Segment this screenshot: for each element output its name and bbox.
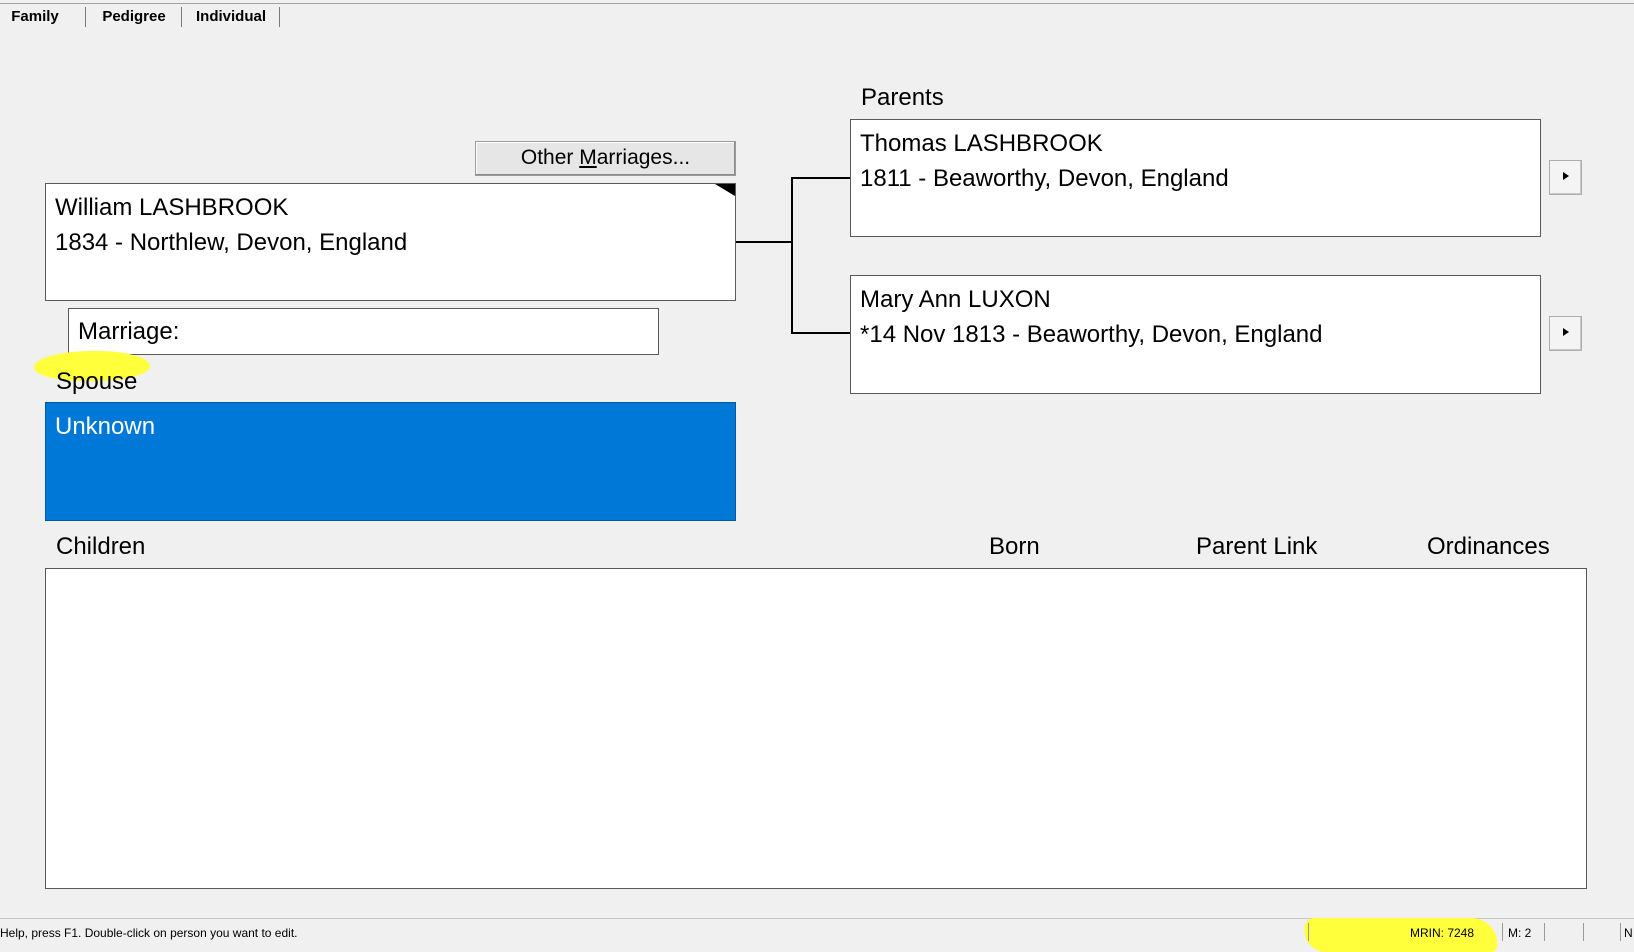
marriage-label: Marriage: (78, 318, 180, 345)
corner-triangle-icon (715, 184, 735, 196)
status-marriages-count: M: 2 (1508, 926, 1532, 940)
individual-details: 1834 - Northlew, Devon, England (55, 229, 408, 256)
connector-line (791, 177, 850, 179)
individual-box[interactable]: William LASHBROOK 1834 - Northlew, Devon… (45, 183, 736, 301)
born-column-header[interactable]: Born (989, 532, 1040, 562)
triangle-right-icon (1562, 172, 1569, 181)
tab-individual[interactable]: Individual (184, 5, 278, 29)
status-help-text: Help, press F1. Double-click on person y… (0, 926, 298, 940)
other-marriages-button[interactable]: Other Marriages... (475, 141, 736, 176)
spouse-label: Spouse (56, 368, 138, 395)
connector-line (791, 177, 793, 334)
triangle-right-icon (1562, 328, 1569, 337)
status-pane-separator (1583, 923, 1584, 941)
tab-family[interactable]: Family (0, 5, 70, 29)
spouse-box[interactable]: Unknown (45, 402, 736, 521)
tab-pedigree[interactable]: Pedigree (88, 5, 180, 29)
mother-details: *14 Nov 1813 - Beaworthy, Devon, England (860, 321, 1323, 348)
ordinances-column-header[interactable]: Ordinances (1427, 532, 1550, 562)
tab-separator (85, 7, 86, 27)
mother-name: Mary Ann LUXON (860, 286, 1051, 313)
status-pane-separator (1544, 923, 1545, 941)
other-marriages-label-after: arriages... (596, 146, 691, 169)
status-mrin: MRIN: 7248 (1410, 926, 1475, 940)
status-pane-separator (1308, 923, 1309, 941)
spouse-name: Unknown (55, 413, 156, 440)
father-details: 1811 - Beaworthy, Devon, England (860, 165, 1229, 192)
mother-box[interactable]: Mary Ann LUXON *14 Nov 1813 - Beaworthy,… (850, 275, 1541, 394)
connector-line (791, 332, 850, 334)
children-list[interactable] (45, 568, 1587, 889)
status-last-pane: N (1624, 926, 1633, 940)
father-name: Thomas LASHBROOK (860, 130, 1103, 157)
tab-separator (279, 7, 280, 27)
status-pane-separator (1502, 923, 1503, 941)
parents-label: Parents (861, 84, 944, 111)
father-navigate-button[interactable] (1549, 160, 1582, 195)
marriage-field[interactable]: Marriage: (68, 308, 659, 355)
mother-navigate-button[interactable] (1549, 316, 1582, 351)
tab-separator (181, 7, 182, 27)
individual-name: William LASHBROOK (55, 194, 289, 221)
status-pane-separator (1620, 923, 1621, 941)
children-column-header[interactable]: Children (56, 532, 145, 562)
other-marriages-label-before: Other (520, 146, 580, 169)
top-border (0, 3, 1634, 4)
connector-line (736, 241, 792, 243)
father-box[interactable]: Thomas LASHBROOK 1811 - Beaworthy, Devon… (850, 119, 1541, 237)
other-marriages-mnemonic: M (579, 146, 597, 169)
parent-link-column-header[interactable]: Parent Link (1196, 532, 1317, 562)
